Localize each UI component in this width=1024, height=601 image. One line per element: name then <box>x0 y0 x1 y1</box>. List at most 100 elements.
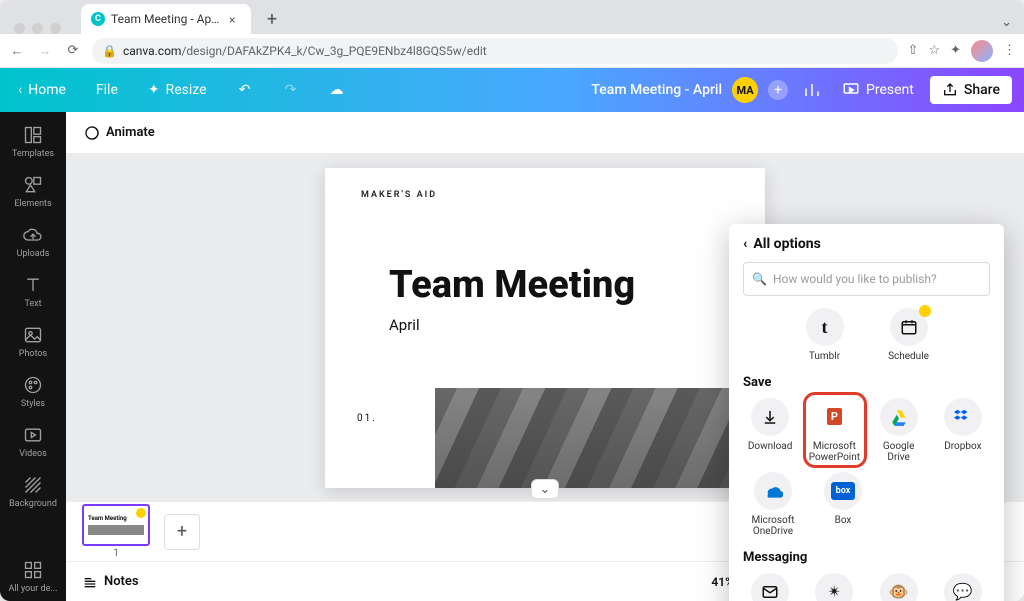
sidebar-label: Photos <box>19 349 47 359</box>
slide-brand: MAKER'S AID <box>361 190 437 200</box>
url-host: canva.com <box>123 44 182 58</box>
share-panel-title: All options <box>753 236 820 252</box>
animate-button[interactable]: Animate <box>84 125 155 141</box>
add-page-button[interactable]: + <box>164 514 200 550</box>
thumb-user-badge <box>136 508 146 518</box>
slide-title[interactable]: Team Meeting <box>389 263 635 307</box>
file-menu[interactable]: File <box>90 78 124 102</box>
profile-avatar[interactable] <box>971 40 993 62</box>
slack-icon: ✴︎ <box>815 573 853 601</box>
sparkle-icon: ✦ <box>148 82 160 98</box>
browser-tab-strip: C Team Meeting - April - Present × + ⌄ <box>0 0 1024 34</box>
add-page-below-button[interactable]: ⌄ <box>531 479 559 499</box>
google-drive-icon <box>880 398 918 436</box>
option-download[interactable]: Download <box>743 398 797 464</box>
present-label: Present <box>866 82 914 98</box>
browser-menu-icon[interactable]: ⋮ <box>1003 43 1016 58</box>
user-avatar[interactable]: MA <box>732 77 758 103</box>
option-mailchimp[interactable]: 🐵 Mailchimp <box>872 573 926 601</box>
browser-tab[interactable]: C Team Meeting - April - Present × <box>81 4 251 34</box>
back-icon[interactable]: ‹ <box>743 236 747 252</box>
calendar-icon <box>890 308 928 346</box>
bookmark-icon[interactable]: ☆ <box>928 43 940 58</box>
opt-label: Dropbox <box>944 441 981 453</box>
page-thumbnail[interactable]: Team Meeting <box>82 504 150 546</box>
sidebar-item-text[interactable]: Text <box>0 268 66 316</box>
elements-icon <box>23 175 43 195</box>
tumblr-icon: t <box>806 308 844 346</box>
back-icon[interactable]: ← <box>8 43 26 59</box>
resize-button[interactable]: ✦ Resize <box>142 78 213 102</box>
editor-sub-toolbar: Animate <box>66 112 1024 154</box>
sidebar-label: Uploads <box>17 249 50 259</box>
slide-subtitle[interactable]: April <box>389 316 420 334</box>
sidebar-item-uploads[interactable]: Uploads <box>0 218 66 266</box>
uploads-icon <box>23 225 43 245</box>
sidebar-label: Elements <box>14 199 51 209</box>
undo-button[interactable]: ↶ <box>231 76 259 104</box>
analytics-icon[interactable] <box>798 76 826 104</box>
extensions-icon[interactable]: ✦ <box>950 43 961 58</box>
sidebar-item-elements[interactable]: Elements <box>0 168 66 216</box>
forward-icon[interactable]: → <box>36 43 54 59</box>
option-google-drive[interactable]: Google Drive <box>872 398 926 464</box>
document-title[interactable]: Team Meeting - April <box>591 82 722 98</box>
slide-image[interactable] <box>435 388 765 488</box>
lock-icon: 🔒 <box>102 44 117 58</box>
sidebar-label: All your de... <box>8 584 57 594</box>
photos-icon <box>23 325 43 345</box>
option-email[interactable]: Email <box>743 573 797 601</box>
videos-icon <box>23 425 43 445</box>
opt-label: Tumblr <box>809 351 840 363</box>
option-onedrive[interactable]: Microsoft OneDrive <box>743 472 803 538</box>
box-icon: box <box>824 472 862 510</box>
search-icon: 🔍 <box>752 272 767 286</box>
tabs-overflow-icon[interactable]: ⌄ <box>997 11 1016 34</box>
slide-number: 01. <box>357 413 377 424</box>
premium-badge-icon <box>919 305 931 317</box>
powerpoint-icon: P <box>815 398 853 436</box>
sidebar-item-templates[interactable]: Templates <box>0 118 66 166</box>
slide-page[interactable]: MAKER'S AID Team Meeting April 01. <box>325 168 765 488</box>
canva-favicon: C <box>91 12 105 26</box>
option-dropbox[interactable]: Dropbox <box>936 398 990 464</box>
present-button[interactable]: Present <box>836 77 920 103</box>
sidebar-label: Styles <box>21 399 45 409</box>
sidebar-item-videos[interactable]: Videos <box>0 418 66 466</box>
sidebar-label: Templates <box>12 149 54 159</box>
zoom-window-icon[interactable] <box>50 23 61 34</box>
opt-label: Google Drive <box>872 441 926 464</box>
option-schedule[interactable]: Schedule <box>879 308 939 363</box>
reload-icon[interactable]: ⟳ <box>64 43 82 58</box>
option-powerpoint[interactable]: P Microsoft PowerPoint <box>807 398 861 464</box>
minimize-window-icon[interactable] <box>32 23 43 34</box>
sidebar-item-all-designs[interactable]: All your de... <box>0 553 66 601</box>
opt-label: Box <box>835 515 852 527</box>
share-button[interactable]: Share <box>930 76 1012 104</box>
styles-icon <box>23 375 43 395</box>
close-window-icon[interactable] <box>14 23 25 34</box>
share-page-icon[interactable]: ⇧ <box>908 43 919 58</box>
option-activity-messenger[interactable]: 💬 Activity Messenger <box>936 573 990 601</box>
sidebar-item-styles[interactable]: Styles <box>0 368 66 416</box>
home-button[interactable]: ‹ Home <box>12 78 72 102</box>
option-box[interactable]: box Box <box>813 472 873 538</box>
activity-messenger-icon: 💬 <box>944 573 982 601</box>
sidebar-item-background[interactable]: Background <box>0 468 66 516</box>
opt-label: Microsoft PowerPoint <box>807 441 861 464</box>
redo-button[interactable]: ↷ <box>277 76 305 104</box>
browser-toolbar: ← → ⟳ 🔒 canva.com/design/DAFAkZPK4_k/Cw_… <box>0 34 1024 68</box>
notes-button[interactable]: Notes <box>82 574 139 590</box>
new-tab-button[interactable]: + <box>259 6 285 32</box>
share-search-input[interactable]: 🔍 How would you like to publish? <box>743 262 990 296</box>
add-collaborator-button[interactable]: + <box>768 80 788 100</box>
sidebar-item-photos[interactable]: Photos <box>0 318 66 366</box>
window-controls <box>8 13 67 34</box>
address-bar[interactable]: 🔒 canva.com/design/DAFAkZPK4_k/Cw_3g_PQE… <box>92 38 898 64</box>
cloud-sync-icon[interactable]: ☁ <box>323 76 351 104</box>
download-icon <box>751 398 789 436</box>
option-tumblr[interactable]: t Tumblr <box>795 308 855 363</box>
close-tab-icon[interactable]: × <box>229 13 241 25</box>
option-slack[interactable]: ✴︎ Slack <box>807 573 861 601</box>
background-icon <box>23 475 43 495</box>
